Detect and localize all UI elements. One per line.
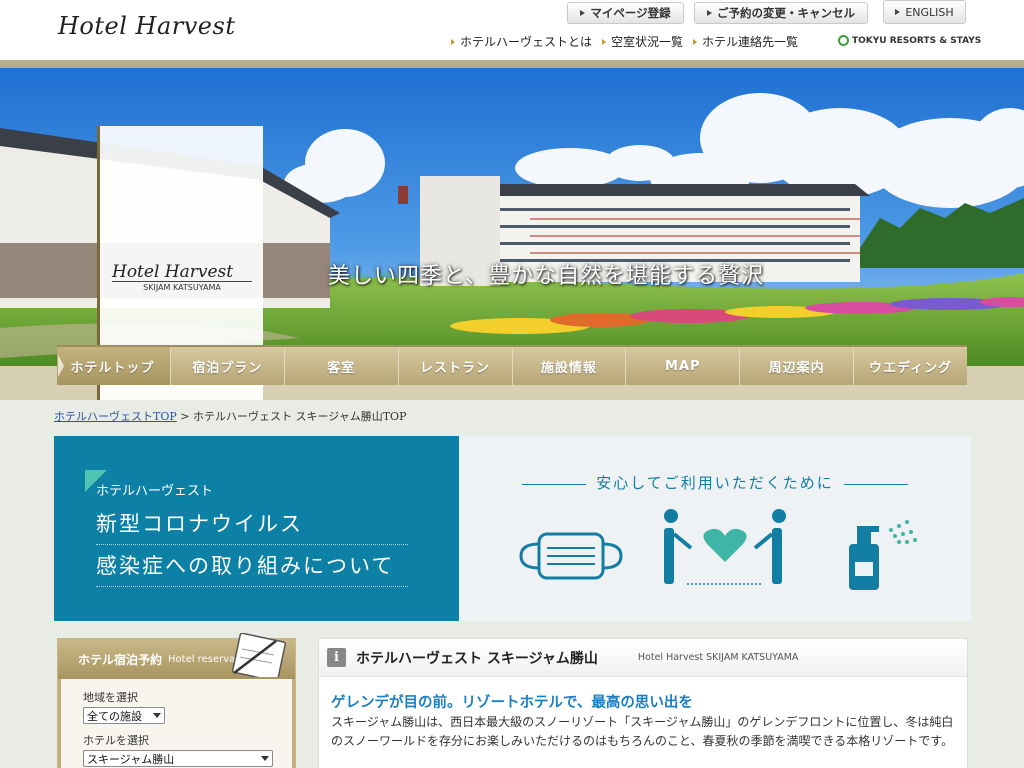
nav-tab-facilities[interactable]: 施設情報 [513,347,627,385]
info-description: スキージャム勝山は、西日本最大級のスノーリゾート「スキージャム勝山」のゲレンデフ… [331,715,954,748]
tokyu-resorts-logo[interactable]: TOKYU RESORTS & STAYS [838,35,981,46]
nav-tab-hotel-top[interactable]: ホテルトップ [57,347,171,385]
info-icon: i [327,648,346,667]
site-header: Hotel Harvest マイページ登録 ご予約の変更・キャンセル ENGLI… [0,0,1024,60]
main-navigation: ホテルトップ 宿泊プラン 客室 レストラン 施設情報 MAP 周辺案内 ウエディ… [57,345,967,385]
area-select[interactable]: 全ての施設 [83,707,165,724]
info-lead-heading: ゲレンデが目の前。リゾートホテルで、最高の思い出を [331,695,693,711]
info-subtitle: Hotel Harvest SKIJAM KATSUYAMA [637,652,799,663]
nav-tab-restaurant[interactable]: レストラン [399,347,513,385]
tokyu-mark-icon [838,35,849,46]
social-distance-icon [664,509,786,585]
nav-tab-wedding[interactable]: ウエディング [854,347,967,385]
reservation-body: 地域を選択 全ての施設 ホテルを選択 スキージャム勝山 [58,679,295,768]
nav-tab-plans[interactable]: 宿泊プラン [171,347,285,385]
content-area: ホテルハーヴェストTOP > ホテルハーヴェスト スキージャム勝山TOP ホテル… [0,400,1024,768]
info-title: ホテルハーヴェスト スキージャム勝山 [356,650,598,667]
link-about-label: ホテルハーヴェストとは [460,35,593,49]
link-contacts[interactable]: ホテル連絡先一覧 [693,33,798,50]
mask-icon [519,532,623,580]
link-contacts-label: ホテル連絡先一覧 [702,35,799,49]
chevron-down-icon [261,756,269,761]
hotel-info-panel: i ホテルハーヴェスト スキージャム勝山 Hotel Harvest SKIJA… [318,638,968,768]
hotel-reservation-widget: ホテル宿泊予約 Hotel reservation 地域を選択 全ての施設 ホテ… [57,633,296,768]
arrow-right-icon [602,38,607,45]
link-about[interactable]: ホテルハーヴェストとは [451,33,592,50]
arrow-right-icon [693,38,698,45]
link-availability-label: 空室状況一覧 [611,35,684,49]
notebook-pen-icon [231,633,287,677]
arrow-right-icon [451,38,455,45]
hotel-select-value: スキージャム勝山 [87,752,175,766]
breadcrumb-current: ホテルハーヴェスト スキージャム勝山TOP [192,410,407,423]
area-select-label: 地域を選択 [83,691,138,704]
hero-slogan: 美しい四季と、豊かな自然を堪能する贅沢 [328,264,765,289]
hotel-select[interactable]: スキージャム勝山 [83,750,273,767]
header-links: ホテルハーヴェストとは 空室状況一覧 ホテル連絡先一覧 [451,33,798,50]
tokyu-label: TOKYU RESORTS & STAYS [852,35,982,46]
banner-illustrations [519,509,917,590]
english-label: ENGLISH [905,5,954,19]
nav-tab-map[interactable]: MAP [626,347,741,385]
hotel-logo-name: Hotel Harvest [112,262,234,282]
covid-banner-illustration-panel: 安心してご利用いただくために [459,436,971,621]
breadcrumb-home-link[interactable]: ホテルハーヴェストTOP [54,410,177,423]
reservation-change-label: ご予約の変更・キャンセル [717,6,855,20]
breadcrumb-separator: > [180,410,190,423]
sanitizer-icon [849,520,917,590]
hotel-select-label: ホテルを選択 [83,734,149,747]
site-logo[interactable]: Hotel Harvest [58,12,235,40]
hotel-logo-subtitle: SKIJAM KATSUYAMA [112,281,252,292]
nav-tab-surroundings[interactable]: 周辺案内 [740,347,855,385]
info-header: i ホテルハーヴェスト スキージャム勝山 Hotel Harvest SKIJA… [319,639,967,677]
breadcrumb: ホテルハーヴェストTOP > ホテルハーヴェスト スキージャム勝山TOP [54,408,406,424]
arrow-right-icon [707,10,712,16]
area-select-value: 全ての施設 [87,709,142,723]
arrow-right-icon [895,9,901,15]
covid-banner[interactable]: ホテルハーヴェスト 新型コロナウイルス 感染症への取り組みについて 安心してご利… [54,436,971,621]
mypage-register-label: マイページ登録 [590,6,671,20]
reservation-title: ホテル宿泊予約 [78,652,163,667]
reservation-header: ホテル宿泊予約 Hotel reservation [58,633,295,679]
reservation-change-button[interactable]: ご予約の変更・キャンセル [694,2,868,24]
arrow-right-icon [580,10,586,16]
english-button[interactable]: ENGLISH [883,0,966,24]
covid-banner-text-panel: ホテルハーヴェスト 新型コロナウイルス 感染症への取り組みについて [54,436,459,621]
banner-headline-1: 新型コロナウイルス [96,508,408,545]
mypage-register-button[interactable]: マイページ登録 [567,2,684,24]
banner-hotel-name: ホテルハーヴェスト [96,484,214,499]
link-availability[interactable]: 空室状況一覧 [602,33,683,50]
nav-tab-rooms[interactable]: 客室 [285,347,399,385]
chevron-down-icon [153,713,161,718]
banner-headline-2: 感染症への取り組みについて [96,550,408,587]
